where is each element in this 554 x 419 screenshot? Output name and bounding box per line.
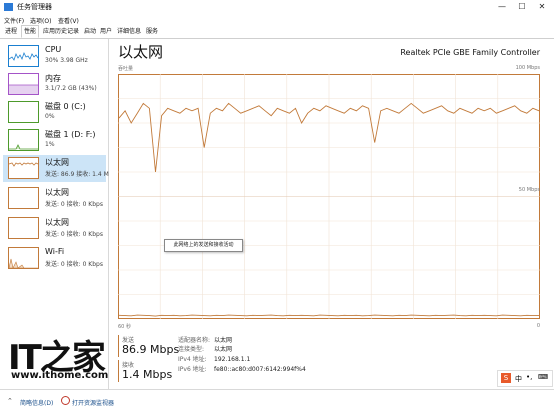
sidebar-item-value: 30% 3.98 GHz xyxy=(45,57,88,64)
maximize-button[interactable]: ☐ xyxy=(512,0,532,14)
graph-tooltip: 此网络上的发送和接收活动 xyxy=(164,239,243,252)
prop-key: 适配器名称: xyxy=(178,337,211,344)
footer-bar: ⌃ 简略信息(D) 打开资源监视器 xyxy=(0,389,554,419)
window-title: 任务管理器 xyxy=(17,3,52,11)
sidebar-item-ethernet-2[interactable]: 以太网 发送: 0 接收: 0 Kbps xyxy=(3,185,106,212)
sidebar-item-value: 发送: 0 接收: 0 Kbps xyxy=(45,231,103,238)
sidebar-item-label: Wi-Fi xyxy=(45,247,65,256)
recv-value: 1.4 Mbps xyxy=(122,368,173,381)
tab-performance[interactable]: 性能 xyxy=(21,25,40,38)
prop-ipv6: IPv6 地址: fe80::ac80:d007:6142:994f%4 xyxy=(178,364,306,373)
ethernet-graph-thumbnail xyxy=(8,217,39,239)
prop-value: fe80::ac80:d007:6142:994f%4 xyxy=(214,366,306,373)
prop-key: 连接类型: xyxy=(178,346,205,353)
send-accent xyxy=(118,335,119,357)
task-manager-icon xyxy=(4,3,13,11)
sidebar-item-value: 0% xyxy=(45,113,55,120)
tab-users[interactable]: 用户 xyxy=(98,26,114,37)
close-button[interactable]: ✕ xyxy=(532,0,552,14)
tab-details[interactable]: 详细信息 xyxy=(115,26,143,37)
ethernet-graph-thumbnail xyxy=(8,187,39,209)
prop-value: 以太网 xyxy=(214,337,233,344)
menu-file[interactable]: 文件(F) xyxy=(4,16,24,25)
tab-services[interactable]: 服务 xyxy=(144,26,160,37)
main-panel: 以太网 Realtek PCIe GBE Family Controller 吞… xyxy=(110,39,554,389)
wifi-graph-thumbnail xyxy=(8,247,39,269)
title-bar: 任务管理器 — ☐ ✕ xyxy=(0,0,554,14)
sidebar-item-value: 发送: 0 接收: 0 Kbps xyxy=(45,201,103,208)
sidebar-item-wifi[interactable]: Wi-Fi 发送: 0 接收: 0 Kbps xyxy=(3,245,106,272)
prop-key: IPv6 地址: xyxy=(178,366,207,373)
graph-label: 吞吐量 xyxy=(118,66,134,72)
resource-monitor-icon xyxy=(61,396,70,405)
page-title: 以太网 xyxy=(118,43,164,61)
ime-mode-label: 中 xyxy=(515,375,522,383)
cpu-graph-thumbnail xyxy=(8,45,39,67)
disk-0-graph-thumbnail xyxy=(8,101,39,123)
minimize-button[interactable]: — xyxy=(492,0,512,14)
sidebar-item-value: 发送: 0 接收: 0 Kbps xyxy=(45,261,103,268)
menu-view[interactable]: 查看(V) xyxy=(58,16,79,25)
tab-processes[interactable]: 进程 xyxy=(3,26,19,37)
sidebar-item-cpu[interactable]: CPU 30% 3.98 GHz xyxy=(3,43,106,70)
sidebar-item-label: 内存 xyxy=(45,74,61,83)
ime-toolbar[interactable]: S 中 •, ⌨ xyxy=(497,370,553,387)
sidebar-item-label: 磁盘 1 (D: F:) xyxy=(45,130,96,139)
memory-graph-thumbnail xyxy=(8,73,39,95)
sidebar-item-disk-1[interactable]: 磁盘 1 (D: F:) 1% xyxy=(3,127,106,154)
send-value: 86.9 Mbps xyxy=(122,343,180,356)
prop-key: IPv4 地址: xyxy=(178,356,207,363)
sidebar-item-ethernet-3[interactable]: 以太网 发送: 0 接收: 0 Kbps xyxy=(3,215,106,242)
tab-app-history[interactable]: 应用历史记录 xyxy=(41,26,81,37)
sidebar-item-memory[interactable]: 内存 3.1/7.2 GB (43%) xyxy=(3,71,106,98)
prop-adapter-name: 适配器名称: 以太网 xyxy=(178,335,232,344)
graph-time-label: 60 秒 xyxy=(118,324,131,330)
adapter-name: Realtek PCIe GBE Family Controller xyxy=(400,48,540,57)
sidebar-item-value: 发送: 86.9 接收: 1.4 M xyxy=(45,171,109,178)
punctuation-icon: •, xyxy=(526,373,533,381)
graph-zero-label: 0 xyxy=(536,323,540,329)
ithome-watermark: IT之家 www.ithome.com xyxy=(8,330,108,385)
open-resource-monitor-link[interactable]: 打开资源监视器 xyxy=(72,398,114,407)
sidebar-item-label: CPU xyxy=(45,45,62,54)
sidebar-item-disk-0[interactable]: 磁盘 0 (C:) 0% xyxy=(3,99,106,126)
tab-startup[interactable]: 启动 xyxy=(82,26,98,37)
throughput-chart xyxy=(118,74,540,319)
menu-bar: 文件(F) 选项(O) 查看(V) xyxy=(0,14,554,25)
sidebar-item-label: 磁盘 0 (C:) xyxy=(45,102,86,111)
graph-mid-label: 50 Mbps xyxy=(518,187,540,193)
sidebar-item-label: 以太网 xyxy=(45,188,69,197)
watermark-url: www.ithome.com xyxy=(11,370,109,381)
prop-value: 192.168.1.1 xyxy=(214,356,251,363)
sidebar-item-label: 以太网 xyxy=(45,158,69,167)
prop-value: 以太网 xyxy=(214,346,233,353)
sidebar-item-ethernet-active[interactable]: 以太网 发送: 86.9 接收: 1.4 M xyxy=(3,155,109,182)
fewer-details-link[interactable]: 简略信息(D) xyxy=(20,398,53,407)
prop-connection-type: 连接类型: 以太网 xyxy=(178,344,232,353)
disk-1-graph-thumbnail xyxy=(8,129,39,151)
tab-strip: 进程 性能 应用历史记录 启动 用户 详细信息 服务 xyxy=(0,25,554,39)
sidebar-item-value: 1% xyxy=(45,141,55,148)
recv-accent xyxy=(118,360,119,382)
graph-max-label: 100 Mbps xyxy=(515,65,540,71)
sogou-icon: S xyxy=(501,373,511,383)
chevron-up-icon: ⌃ xyxy=(7,397,13,405)
menu-options[interactable]: 选项(O) xyxy=(30,16,51,25)
sidebar-item-value: 3.1/7.2 GB (43%) xyxy=(45,85,97,92)
prop-ipv4: IPv4 地址: 192.168.1.1 xyxy=(178,354,250,363)
ethernet-graph-thumbnail xyxy=(8,157,39,179)
keyboard-icon: ⌨ xyxy=(538,373,549,381)
sidebar-item-label: 以太网 xyxy=(45,218,69,227)
